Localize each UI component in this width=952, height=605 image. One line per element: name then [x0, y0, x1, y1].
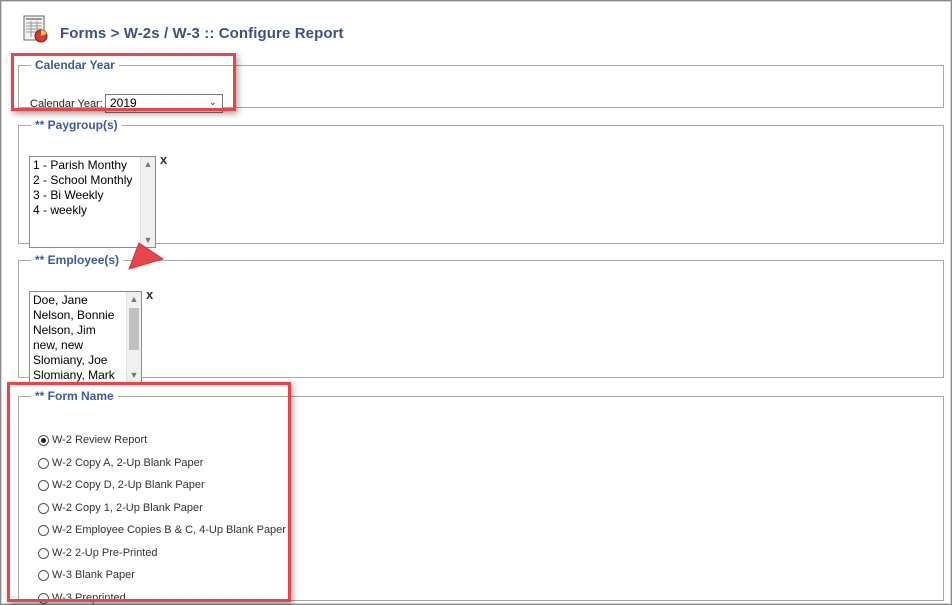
scroll-down-icon[interactable]: ▼ — [127, 368, 141, 382]
report-form-icon — [23, 15, 48, 43]
paygroup-clear-icon[interactable]: x — [160, 152, 167, 167]
scroll-up-icon[interactable]: ▲ — [141, 157, 155, 171]
list-item[interactable]: 4 - weekly — [30, 203, 155, 218]
list-item[interactable]: Doe, Jane — [30, 293, 141, 308]
list-item[interactable]: Nelson, Jim — [30, 323, 141, 338]
list-item[interactable]: new, new — [30, 338, 141, 353]
employee-clear-icon[interactable]: x — [146, 287, 153, 302]
list-item[interactable]: Nelson, Bonnie — [30, 308, 141, 323]
list-item[interactable]: 1 - Parish Monthy — [30, 158, 155, 173]
page-title: Forms > W-2s / W-3 :: Configure Report — [60, 25, 344, 42]
list-item[interactable]: Slomiany, Mark — [30, 368, 141, 382]
employee-scrollbar[interactable]: ▲ ▼ — [126, 292, 141, 382]
annotation-arrow-icon — [128, 242, 165, 270]
list-item[interactable]: 3 - Bi Weekly — [30, 188, 155, 203]
highlight-box-calendar-year — [11, 53, 236, 111]
paygroup-section: ** Paygroup(s) 1 - Parish Monthy 2 - Sch… — [18, 118, 944, 248]
report-window: Forms > W-2s / W-3 :: Configure Report C… — [0, 0, 952, 605]
scroll-up-icon[interactable]: ▲ — [127, 292, 141, 306]
scroll-thumb[interactable] — [129, 308, 139, 350]
employee-listbox[interactable]: Doe, Jane Nelson, Bonnie Nelson, Jim new… — [29, 291, 142, 383]
list-item[interactable]: 2 - School Monthly — [30, 173, 155, 188]
employee-legend: ** Employee(s) — [35, 253, 120, 267]
paygroup-scrollbar[interactable]: ▲ ▼ — [140, 157, 155, 247]
paygroup-legend: ** Paygroup(s) — [35, 118, 118, 132]
list-item[interactable]: Slomiany, Joe — [30, 353, 141, 368]
paygroup-listbox[interactable]: 1 - Parish Monthy 2 - School Monthly 3 -… — [29, 156, 156, 248]
highlight-box-form-name — [7, 382, 291, 602]
